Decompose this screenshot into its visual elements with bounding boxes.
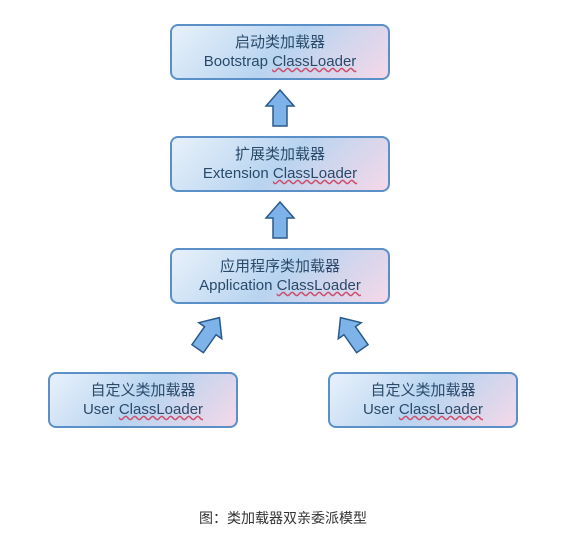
node-bootstrap: 启动类加载器 Bootstrap ClassLoader (170, 24, 390, 80)
node-user-left-en: User ClassLoader (83, 400, 203, 420)
node-extension-cn: 扩展类加载器 (235, 145, 325, 165)
arrow-extension-to-bootstrap (260, 88, 300, 128)
node-user-right: 自定义类加载器 User ClassLoader (328, 372, 518, 428)
diagram-caption: 图：类加载器双亲委派模型 (0, 508, 566, 528)
node-bootstrap-cn: 启动类加载器 (235, 33, 325, 53)
node-application-cn: 应用程序类加载器 (220, 257, 340, 277)
node-application: 应用程序类加载器 Application ClassLoader (170, 248, 390, 304)
node-extension: 扩展类加载器 Extension ClassLoader (170, 136, 390, 192)
node-bootstrap-en: Bootstrap ClassLoader (204, 52, 357, 72)
node-user-left-cn: 自定义类加载器 (90, 381, 195, 401)
node-user-right-cn: 自定义类加载器 (370, 381, 475, 401)
node-extension-en: Extension ClassLoader (203, 164, 357, 184)
node-user-left: 自定义类加载器 User ClassLoader (48, 372, 238, 428)
arrow-userleft-to-application (186, 312, 230, 356)
arrow-userright-to-application (330, 312, 374, 356)
arrow-application-to-extension (260, 200, 300, 240)
node-application-en: Application ClassLoader (199, 276, 361, 296)
node-user-right-en: User ClassLoader (363, 400, 483, 420)
